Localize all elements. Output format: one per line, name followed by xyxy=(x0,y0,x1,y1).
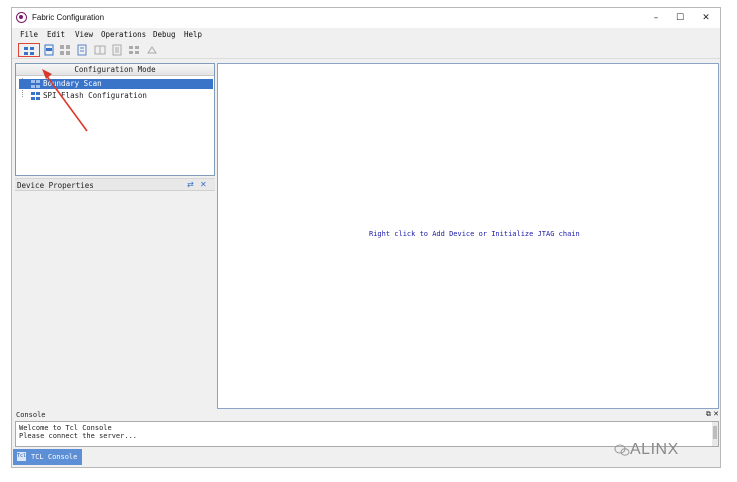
chip-button[interactable] xyxy=(76,44,88,56)
app-window: Fabric Configuration – ☐ ✕ File Edit Vie… xyxy=(11,7,721,468)
tcl-icon: Tcl xyxy=(17,452,27,461)
device-icon xyxy=(94,45,106,55)
tree-item-boundary-scan[interactable]: Boundary Scan xyxy=(19,79,213,89)
console-header-icons: ⧉ ✕ xyxy=(706,410,719,419)
menu-edit[interactable]: Edit xyxy=(47,30,65,39)
spi-flash-button[interactable] xyxy=(43,44,55,56)
program-button[interactable] xyxy=(111,44,123,56)
program-icon xyxy=(112,44,122,56)
main-canvas[interactable]: Right click to Add Device or Initialize … xyxy=(217,63,719,409)
tree-item-label: Boundary Scan xyxy=(43,79,102,88)
grid-icon xyxy=(60,45,70,55)
close-icon[interactable]: ✕ xyxy=(200,180,207,189)
boundary-scan-button[interactable] xyxy=(18,43,40,57)
toolbar xyxy=(12,41,720,59)
wechat-icon xyxy=(614,444,630,456)
scrollbar-thumb[interactable] xyxy=(713,426,717,439)
verify-button[interactable] xyxy=(128,44,140,56)
device-properties-title: Device Properties xyxy=(17,181,94,190)
console-line: Please connect the server... xyxy=(19,432,138,440)
close-icon[interactable]: ✕ xyxy=(713,410,719,418)
menu-file[interactable]: File xyxy=(20,30,38,39)
refresh-icon[interactable]: ⇄ xyxy=(187,180,194,189)
device-button[interactable] xyxy=(94,44,106,56)
console-header: Console ⧉ ✕ xyxy=(15,410,719,421)
tree-item-spi-flash[interactable]: SPI Flash Configuration xyxy=(19,91,213,101)
erase-button[interactable] xyxy=(146,44,158,56)
close-button[interactable]: ✕ xyxy=(696,11,716,25)
menu-help[interactable]: Help xyxy=(184,30,202,39)
minimize-button[interactable]: – xyxy=(646,11,666,25)
device-properties-panel: Device Properties ⇄ ✕ xyxy=(15,178,215,409)
canvas-hint: Right click to Add Device or Initialize … xyxy=(369,230,580,238)
tab-tcl-console[interactable]: Tcl TCL Console xyxy=(13,449,82,465)
console-label: Console xyxy=(16,411,46,419)
tab-label: TCL Console xyxy=(31,453,78,461)
title-bar: Fabric Configuration – ☐ ✕ xyxy=(12,8,720,28)
restore-icon[interactable]: ⧉ xyxy=(706,410,711,418)
boundary-scan-icon xyxy=(24,47,34,55)
menu-view[interactable]: View xyxy=(75,30,93,39)
window-title: Fabric Configuration xyxy=(32,13,105,22)
boundary-scan-icon xyxy=(31,80,40,88)
console-scrollbar[interactable] xyxy=(712,422,718,446)
erase-icon xyxy=(147,46,157,54)
configuration-mode-panel: Configuration Mode Boundary Scan SPI Fla… xyxy=(15,63,215,176)
maximize-button[interactable]: ☐ xyxy=(670,11,690,25)
watermark-text: ALINX xyxy=(630,441,679,458)
chip-icon xyxy=(77,44,87,56)
menu-bar: File Edit View Operations Debug Help xyxy=(12,28,720,41)
spi-flash-icon xyxy=(44,44,54,56)
device-properties-header: Device Properties ⇄ ✕ xyxy=(15,179,215,191)
menu-debug[interactable]: Debug xyxy=(153,30,176,39)
spi-flash-icon xyxy=(31,92,40,100)
app-logo-icon xyxy=(16,12,27,23)
menu-operations[interactable]: Operations xyxy=(101,30,146,39)
grid-button[interactable] xyxy=(59,44,71,56)
verify-icon xyxy=(129,46,139,54)
configuration-mode-header: Configuration Mode xyxy=(16,64,214,76)
tree-item-label: SPI Flash Configuration xyxy=(43,91,147,100)
console-line: Welcome to Tcl Console xyxy=(19,424,112,432)
